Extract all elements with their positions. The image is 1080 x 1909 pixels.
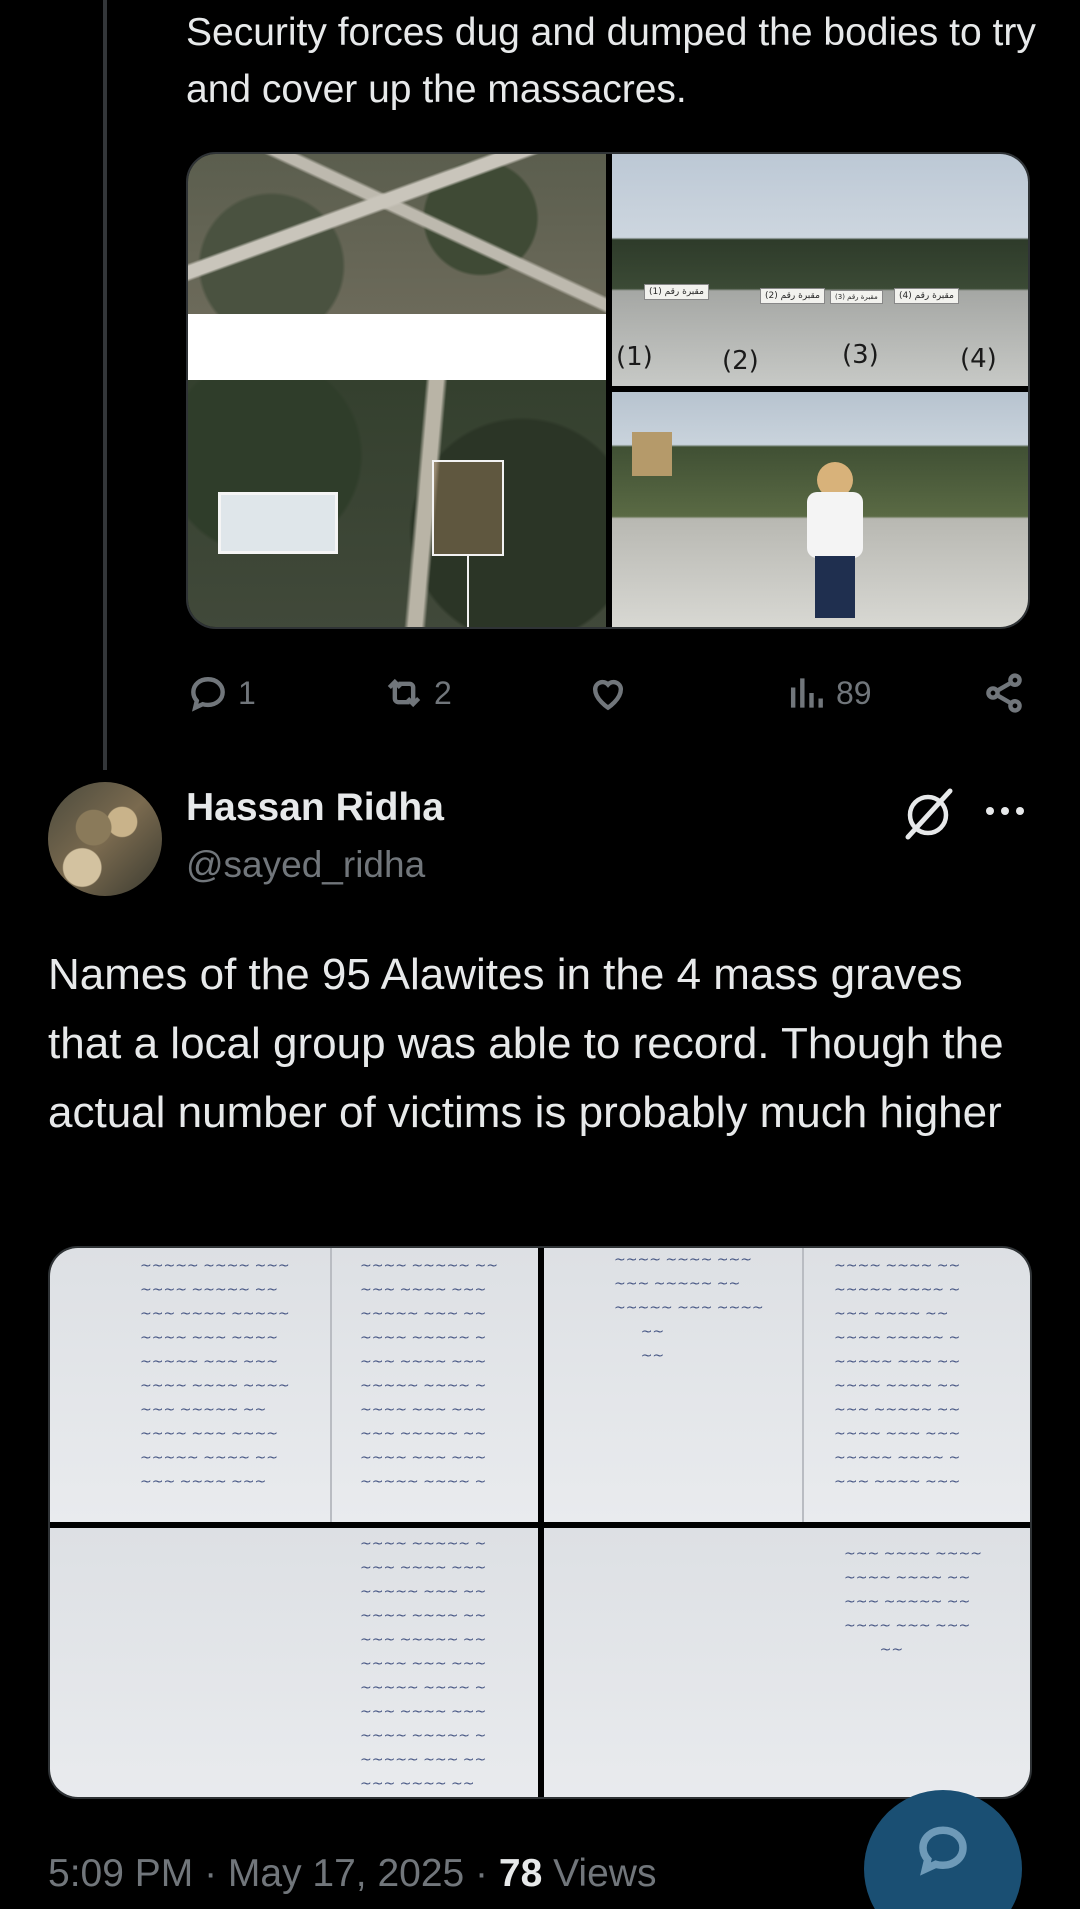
tweet-text: Names of the 95 Alawites in the 4 mass g… (48, 950, 1004, 1137)
person-legs (815, 556, 855, 618)
grok-icon[interactable] (900, 785, 956, 841)
grave-number: (4) (960, 344, 997, 374)
views-label: Views (542, 1852, 657, 1895)
handwriting-decoration: ~~~~ ~~~~ ~~~ ~~~ ~~~~~ ~~ ~~~~~ ~~~ ~~~… (614, 1252, 764, 1364)
tweet-action-bar: 1 2 89 (186, 665, 1030, 721)
reply-fab-button[interactable] (864, 1790, 1022, 1909)
names-list-photo-3[interactable]: ~~~~ ~~~~~ ~ ~~~ ~~~~ ~~~ ~~~~~ ~~~ ~~ ~… (50, 1528, 538, 1797)
satellite-image-top[interactable] (188, 154, 606, 314)
views-count: 78 (498, 1852, 543, 1895)
handwriting-decoration: ~~~~ ~~~~ ~~ ~~~~~ ~~~~ ~ ~~~ ~~~~ ~~ ~~… (834, 1258, 961, 1490)
handwriting-decoration: ~~~~~ ~~~~ ~~~ ~~~~ ~~~~~ ~~ ~~~ ~~~~ ~~… (140, 1258, 290, 1490)
graves-woman-photo[interactable] (612, 392, 1028, 627)
analytics-icon (790, 678, 823, 708)
satellite-image-bottom[interactable] (188, 380, 606, 627)
timestamp-text: 5:09 PM · May 17, 2025 · (48, 1852, 499, 1895)
share-button[interactable] (982, 665, 1026, 721)
tweet-timestamp: 5:09 PM · May 17, 2025 · 78 Views (48, 1852, 656, 1896)
like-button[interactable] (586, 665, 638, 721)
handwriting-decoration: ~~~~ ~~~~~ ~ ~~~ ~~~~ ~~~ ~~~~~ ~~~ ~~ ~… (360, 1536, 487, 1792)
names-list-photo-2[interactable]: ~~~~ ~~~~ ~~~ ~~~ ~~~~~ ~~ ~~~~~ ~~~ ~~~… (544, 1248, 1030, 1522)
grave-sign: مقبرة رقم (1) (644, 284, 709, 300)
paper-fold (330, 1248, 332, 1522)
author-name[interactable]: Hassan Ridha (186, 786, 444, 830)
repost-icon (387, 678, 421, 708)
highlight-pointer-line (467, 556, 469, 627)
paper-fold (802, 1248, 804, 1522)
names-list-photo-4[interactable]: ~~~ ~~~~ ~~~~ ~~~~ ~~~~ ~~ ~~~ ~~~~~ ~~ … (544, 1528, 1030, 1797)
grave-sign: مقبرة رقم (2) (760, 288, 825, 304)
graves-signs-photo[interactable]: مقبرة رقم (1) مقبرة رقم (2) مقبرة رقم (3… (612, 154, 1028, 386)
more-icon[interactable] (982, 796, 1028, 826)
views-button[interactable]: 89 (784, 665, 872, 721)
handwriting-decoration: ~~~~ ~~~~~ ~~ ~~~ ~~~~ ~~~ ~~~~~ ~~~ ~~ … (360, 1258, 498, 1490)
repost-button[interactable]: 2 (382, 665, 452, 721)
reply-fab-icon (919, 1826, 967, 1876)
person-body (807, 492, 863, 558)
tweet-media-grid[interactable]: ~~~~~ ~~~~ ~~~ ~~~~ ~~~~~ ~~ ~~~ ~~~~ ~~… (48, 1246, 1032, 1799)
satellite-building (218, 492, 338, 554)
reply-button[interactable]: 1 (186, 665, 256, 721)
names-list-photo-1[interactable]: ~~~~~ ~~~~ ~~~ ~~~~ ~~~~~ ~~ ~~~ ~~~~ ~~… (50, 1248, 538, 1522)
thread-connector-line (103, 0, 107, 770)
repost-count: 2 (434, 674, 452, 711)
handwriting-decoration: ~~~ ~~~~ ~~~~ ~~~~ ~~~~ ~~ ~~~ ~~~~~ ~~ … (844, 1546, 982, 1658)
author-handle[interactable]: @sayed_ridha (186, 844, 425, 886)
reply-count: 1 (238, 674, 256, 711)
views-count: 89 (836, 674, 872, 711)
tweet-media-grid[interactable]: مقبرة رقم (1) مقبرة رقم (2) مقبرة رقم (3… (186, 152, 1030, 629)
reply-icon (191, 677, 225, 712)
grave-number: (2) (722, 346, 759, 376)
heart-icon (592, 679, 624, 711)
grave-number: (1) (616, 342, 653, 372)
author-avatar[interactable] (48, 782, 162, 896)
background-building (632, 432, 672, 476)
grave-sign: مقبرة رقم (4) (894, 288, 959, 304)
grave-number: (3) (842, 340, 879, 370)
image-blank-band (188, 314, 606, 380)
mass-grave-highlight-box (432, 460, 504, 556)
share-icon (986, 673, 1022, 713)
tweet-text: Security forces dug and dumped the bodie… (186, 11, 1036, 111)
grave-sign: مقبرة رقم (3) (830, 290, 883, 304)
